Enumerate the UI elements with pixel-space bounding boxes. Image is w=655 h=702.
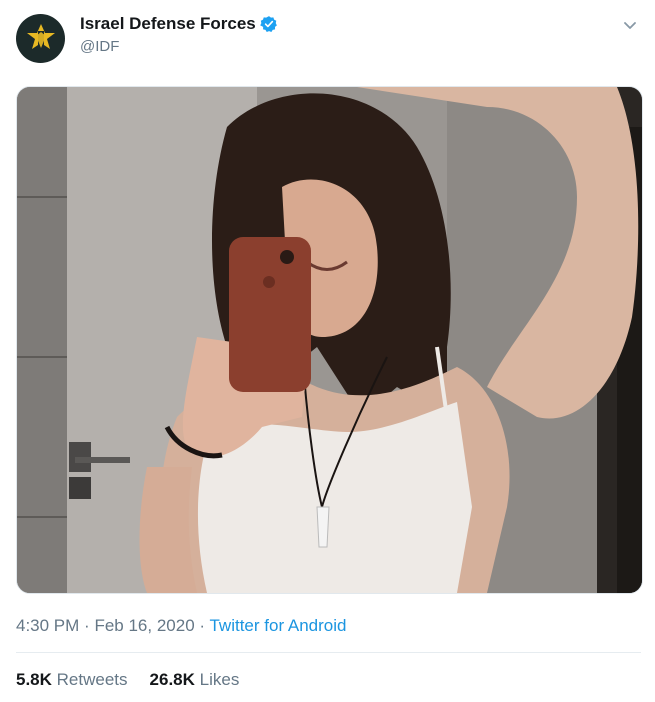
likes-stat[interactable]: 26.8K Likes — [150, 670, 240, 690]
retweets-stat[interactable]: 5.8K Retweets — [16, 670, 128, 690]
tweet-source-link[interactable]: Twitter for Android — [209, 616, 346, 635]
stats-divider — [16, 652, 641, 653]
author-name-row: Israel Defense Forces — [80, 14, 278, 34]
likes-label: Likes — [199, 670, 240, 689]
tweet-meta: 4:30 PM · Feb 16, 2020 · Twitter for And… — [16, 616, 347, 636]
tweet-date[interactable]: Feb 16, 2020 — [94, 616, 194, 635]
tweet-header: Israel Defense Forces @IDF — [16, 12, 641, 64]
retweets-count: 5.8K — [16, 670, 52, 689]
tweet-photo[interactable] — [16, 86, 643, 594]
tweet-time[interactable]: 4:30 PM — [16, 616, 79, 635]
chevron-down-icon[interactable] — [621, 16, 639, 34]
likes-count: 26.8K — [149, 670, 195, 689]
retweets-label: Retweets — [56, 670, 128, 689]
meta-separator: · — [84, 616, 90, 635]
verified-badge-icon — [259, 15, 278, 33]
tweet-stats: 5.8K Retweets 26.8K Likes — [16, 670, 261, 690]
avatar[interactable] — [16, 14, 65, 63]
photo-image — [17, 87, 642, 593]
author-handle[interactable]: @IDF — [80, 38, 119, 55]
idf-emblem-icon — [26, 23, 55, 49]
author-display-name[interactable]: Israel Defense Forces — [80, 14, 256, 34]
meta-separator-2: · — [199, 616, 206, 635]
